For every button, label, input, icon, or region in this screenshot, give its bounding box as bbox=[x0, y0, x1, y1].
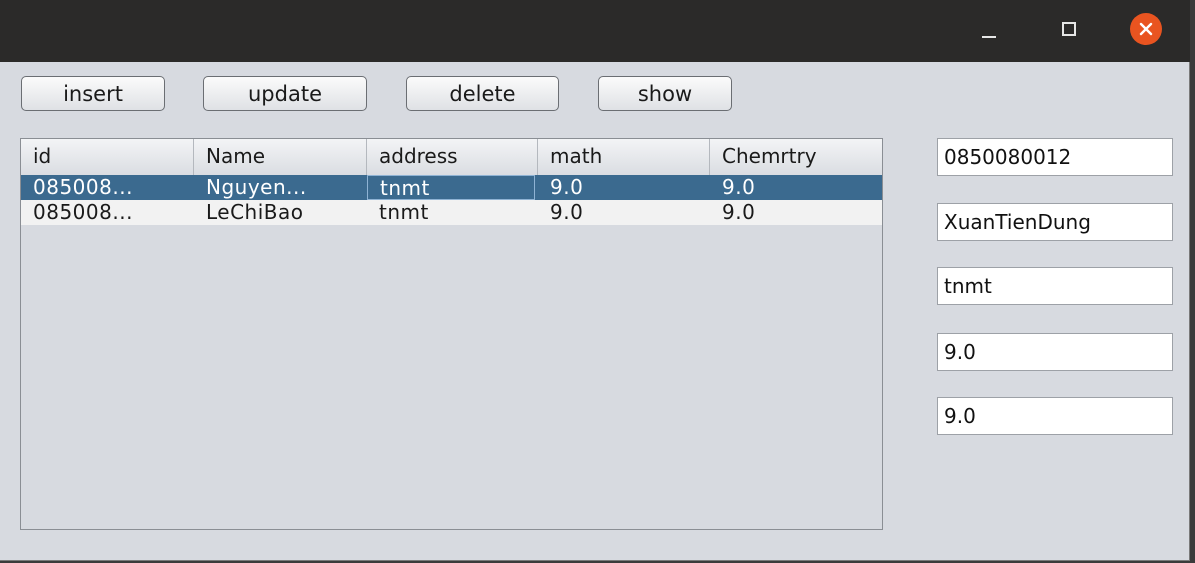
cell-math[interactable]: 9.0 bbox=[538, 175, 710, 200]
column-header-math[interactable]: math bbox=[538, 139, 710, 175]
insert-button[interactable]: insert bbox=[21, 76, 165, 111]
cell-id[interactable]: 085008... bbox=[21, 200, 194, 225]
chemistry-field[interactable]: 9.0 bbox=[937, 397, 1173, 435]
cell-address[interactable]: tnmt bbox=[367, 200, 538, 225]
column-header-address[interactable]: address bbox=[367, 139, 538, 175]
address-field[interactable]: tnmt bbox=[937, 267, 1173, 305]
app-window: insert update delete show id Name addres… bbox=[0, 0, 1190, 561]
table-row[interactable]: 085008... LeChiBao tnmt 9.0 9.0 bbox=[21, 200, 882, 225]
name-field[interactable]: XuanTienDung bbox=[937, 203, 1173, 241]
delete-button[interactable]: delete bbox=[406, 76, 559, 111]
column-header-name[interactable]: Name bbox=[194, 139, 367, 175]
table-header: id Name address math Chemrtry bbox=[21, 139, 882, 176]
title-bar bbox=[0, 0, 1190, 62]
update-button[interactable]: update bbox=[203, 76, 367, 111]
data-table[interactable]: id Name address math Chemrtry 085008... … bbox=[20, 138, 883, 530]
cell-id[interactable]: 085008... bbox=[21, 175, 194, 200]
maximize-icon[interactable] bbox=[1062, 22, 1076, 36]
show-button[interactable]: show bbox=[598, 76, 732, 111]
cell-chemistry[interactable]: 9.0 bbox=[710, 175, 882, 200]
minimize-icon[interactable] bbox=[982, 36, 996, 38]
cell-chemistry[interactable]: 9.0 bbox=[710, 200, 882, 225]
id-field[interactable]: 0850080012 bbox=[937, 138, 1173, 176]
close-icon[interactable] bbox=[1130, 13, 1162, 45]
column-header-id[interactable]: id bbox=[21, 139, 194, 175]
cell-name[interactable]: LeChiBao bbox=[194, 200, 367, 225]
cell-address[interactable]: tnmt bbox=[367, 175, 535, 200]
cell-math[interactable]: 9.0 bbox=[538, 200, 710, 225]
cell-name[interactable]: Nguyen... bbox=[194, 175, 367, 200]
table-row[interactable]: 085008... Nguyen... tnmt 9.0 9.0 bbox=[21, 175, 882, 200]
column-header-chemistry[interactable]: Chemrtry bbox=[710, 139, 882, 175]
math-field[interactable]: 9.0 bbox=[937, 333, 1173, 371]
